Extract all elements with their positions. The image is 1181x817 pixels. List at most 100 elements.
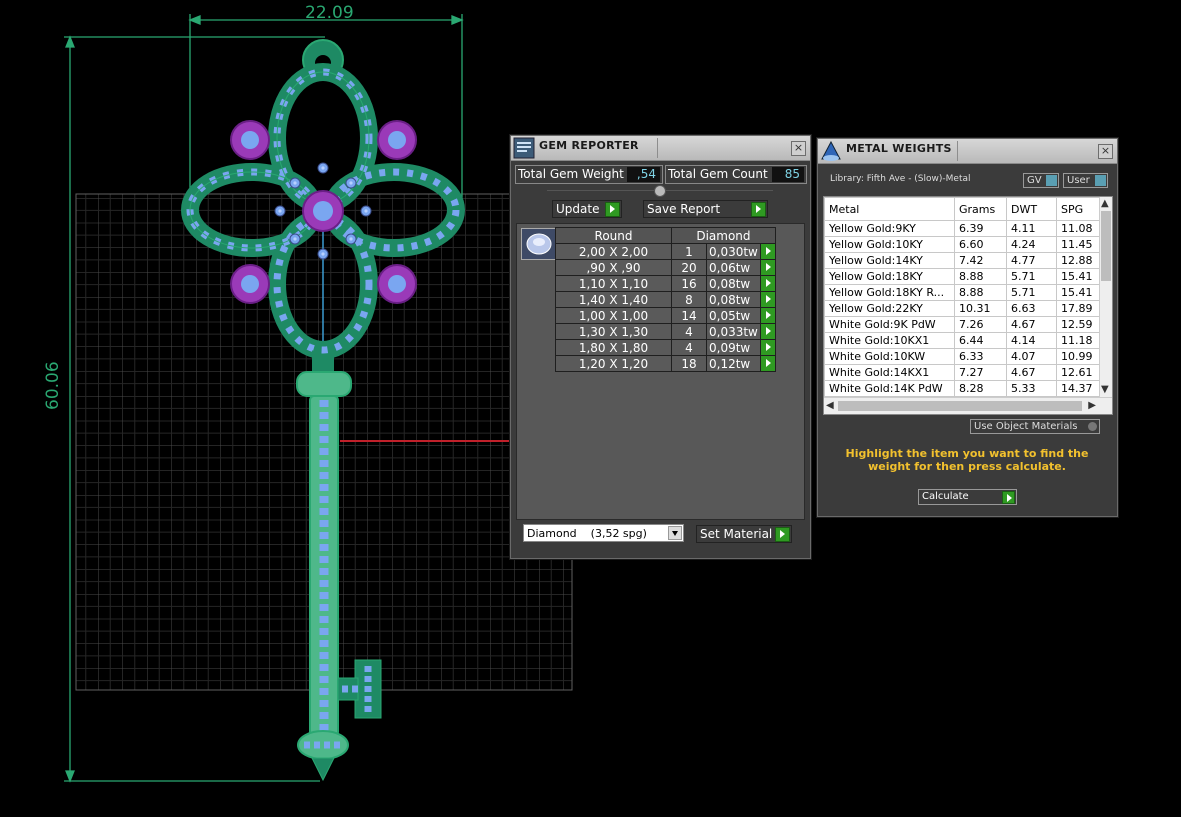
calculate-button[interactable]: Calculate: [918, 489, 1017, 505]
gem-row[interactable]: 2,00 X 2,00 1 0,030tw: [555, 243, 776, 260]
gem-count: 18: [671, 355, 707, 372]
metal-weights-icon: [821, 140, 841, 161]
column-header-spg[interactable]: SPG: [1056, 197, 1101, 221]
gem-row-go-button[interactable]: [759, 307, 776, 324]
gem-weight: 0,05tw: [706, 307, 761, 324]
vertical-scrollbar[interactable]: ▲ ▼: [1099, 197, 1112, 397]
metal-name: White Gold:10KW: [824, 348, 955, 365]
height-dimension-label: 60.06: [43, 361, 63, 410]
set-material-button[interactable]: Set Material: [696, 525, 792, 543]
column-header-grams[interactable]: Grams: [954, 197, 1007, 221]
gem-row-go-button[interactable]: [759, 355, 776, 372]
metal-weights-close-button[interactable]: ×: [1098, 144, 1113, 159]
column-header-metal[interactable]: Metal: [824, 197, 955, 221]
metal-grams: 8.28: [954, 380, 1007, 397]
metal-spg: 15.41: [1056, 284, 1101, 301]
horizontal-scrollbar[interactable]: ◀ ▶: [824, 397, 1112, 414]
use-object-materials-toggle[interactable]: Use Object Materials: [970, 419, 1100, 434]
metal-row[interactable]: White Gold:14KX1 7.27 4.67 12.61: [824, 364, 1101, 381]
metal-dwt: 4.11: [1006, 220, 1057, 237]
gem-weight: 0,08tw: [706, 275, 761, 292]
diamond-round-thumbnail[interactable]: [521, 228, 557, 260]
metal-row[interactable]: White Gold:10KX1 6.44 4.14 11.18: [824, 332, 1101, 349]
metal-name: White Gold:14KX1: [824, 364, 955, 381]
vertical-scroll-thumb[interactable]: [1101, 211, 1111, 281]
gem-row-go-button[interactable]: [759, 275, 776, 292]
gem-weight: 0,09tw: [706, 339, 761, 356]
metal-grams: 6.33: [954, 348, 1007, 365]
metal-grams: 10.31: [954, 300, 1007, 317]
metal-dwt: 5.33: [1006, 380, 1057, 397]
gem-size: 1,20 X 1,20: [555, 355, 672, 372]
save-report-button[interactable]: Save Report: [643, 200, 768, 218]
metal-spg: 11.45: [1056, 236, 1101, 253]
gem-size: 1,30 X 1,30: [555, 323, 672, 340]
scroll-down-icon[interactable]: ▼: [1101, 385, 1109, 395]
metal-grams: 6.60: [954, 236, 1007, 253]
total-gem-count-label: Total Gem Count: [668, 167, 768, 181]
metal-row[interactable]: Yellow Gold:18KY R... 8.88 5.71 15.41: [824, 284, 1101, 301]
column-header-dwt[interactable]: DWT: [1006, 197, 1057, 221]
gem-count: 1: [671, 243, 707, 260]
metal-dwt: 4.07: [1006, 348, 1057, 365]
gem-table-header: Round Diamond: [555, 227, 776, 244]
horizontal-scroll-thumb[interactable]: [838, 401, 1082, 411]
metal-name: Yellow Gold:9KY: [824, 220, 955, 237]
user-label: User: [1067, 175, 1090, 186]
gem-row-go-button[interactable]: [759, 243, 776, 260]
metal-name: Yellow Gold:22KY: [824, 300, 955, 317]
metal-row[interactable]: White Gold:9K PdW 7.26 4.67 12.59: [824, 316, 1101, 333]
gem-reporter-titlebar[interactable]: GEM REPORTER ×: [511, 136, 810, 161]
gem-table: Round Diamond 2,00 X 2,00 1 0,030tw ,90 X …: [555, 227, 776, 372]
gem-row[interactable]: ,90 X ,90 20 0,06tw: [555, 259, 776, 276]
gem-material-header: Diamond: [671, 227, 776, 244]
material-select[interactable]: Diamond (3,52 spg): [523, 524, 684, 542]
gem-weight: 0,033tw: [706, 323, 761, 340]
metal-row[interactable]: Yellow Gold:10KY 6.60 4.24 11.45: [824, 236, 1101, 253]
update-button[interactable]: Update: [552, 200, 622, 218]
gv-toggle[interactable]: GV: [1023, 173, 1059, 188]
metal-spg: 11.18: [1056, 332, 1101, 349]
metal-grams: 7.42: [954, 252, 1007, 269]
metal-row[interactable]: Yellow Gold:14KY 7.42 4.77 12.88: [824, 252, 1101, 269]
gem-row-go-button[interactable]: [759, 323, 776, 340]
gem-reporter-close-button[interactable]: ×: [791, 141, 806, 156]
gem-count: 20: [671, 259, 707, 276]
gv-toggle-indicator-icon: [1046, 175, 1057, 186]
gem-row[interactable]: 1,40 X 1,40 8 0,08tw: [555, 291, 776, 308]
scroll-left-icon[interactable]: ◀: [826, 400, 834, 411]
metal-table-container[interactable]: Metal Grams DWT SPG Yellow Gold:9KY 6.39 4…: [823, 196, 1113, 415]
chevron-down-icon[interactable]: [668, 526, 682, 540]
gem-row[interactable]: 1,20 X 1,20 18 0,12tw: [555, 355, 776, 372]
gem-size: 2,00 X 2,00: [555, 243, 672, 260]
metal-row[interactable]: White Gold:14K PdW 8.28 5.33 14.37: [824, 380, 1101, 397]
metal-row[interactable]: White Gold:10KW 6.33 4.07 10.99: [824, 348, 1101, 365]
gem-row[interactable]: 1,10 X 1,10 16 0,08tw: [555, 275, 776, 292]
metal-spg: 10.99: [1056, 348, 1101, 365]
metal-row[interactable]: Yellow Gold:9KY 6.39 4.11 11.08: [824, 220, 1101, 237]
metal-row[interactable]: Yellow Gold:22KY 10.31 6.63 17.89: [824, 300, 1101, 317]
gem-reporter-icon: [513, 137, 535, 159]
round-diamond-icon: [526, 233, 552, 255]
metal-row[interactable]: Yellow Gold:18KY 8.88 5.71 15.41: [824, 268, 1101, 285]
gem-row[interactable]: 1,00 X 1,00 14 0,05tw: [555, 307, 776, 324]
user-toggle[interactable]: User: [1063, 173, 1108, 188]
collapse-handle-icon[interactable]: [654, 185, 666, 197]
gem-count: 8: [671, 291, 707, 308]
gem-row-go-button[interactable]: [759, 291, 776, 308]
scroll-right-icon[interactable]: ▶: [1088, 400, 1096, 411]
scroll-up-icon[interactable]: ▲: [1101, 199, 1109, 209]
gem-row-go-button[interactable]: [759, 259, 776, 276]
gem-row-go-button[interactable]: [759, 339, 776, 356]
gem-row[interactable]: 1,30 X 1,30 4 0,033tw: [555, 323, 776, 340]
calculate-button-label: Calculate: [922, 491, 969, 502]
gv-label: GV: [1027, 175, 1042, 186]
gem-row[interactable]: 1,80 X 1,80 4 0,09tw: [555, 339, 776, 356]
metal-spg: 15.41: [1056, 268, 1101, 285]
metal-name: Yellow Gold:18KY R...: [824, 284, 955, 301]
total-gem-weight-group: Total Gem Weight ,54: [515, 165, 663, 184]
metal-weights-titlebar[interactable]: METAL WEIGHTS ×: [818, 139, 1117, 164]
metal-name: Yellow Gold:10KY: [824, 236, 955, 253]
set-material-button-label: Set Material: [700, 527, 773, 541]
titlebar-separator: [957, 141, 958, 161]
